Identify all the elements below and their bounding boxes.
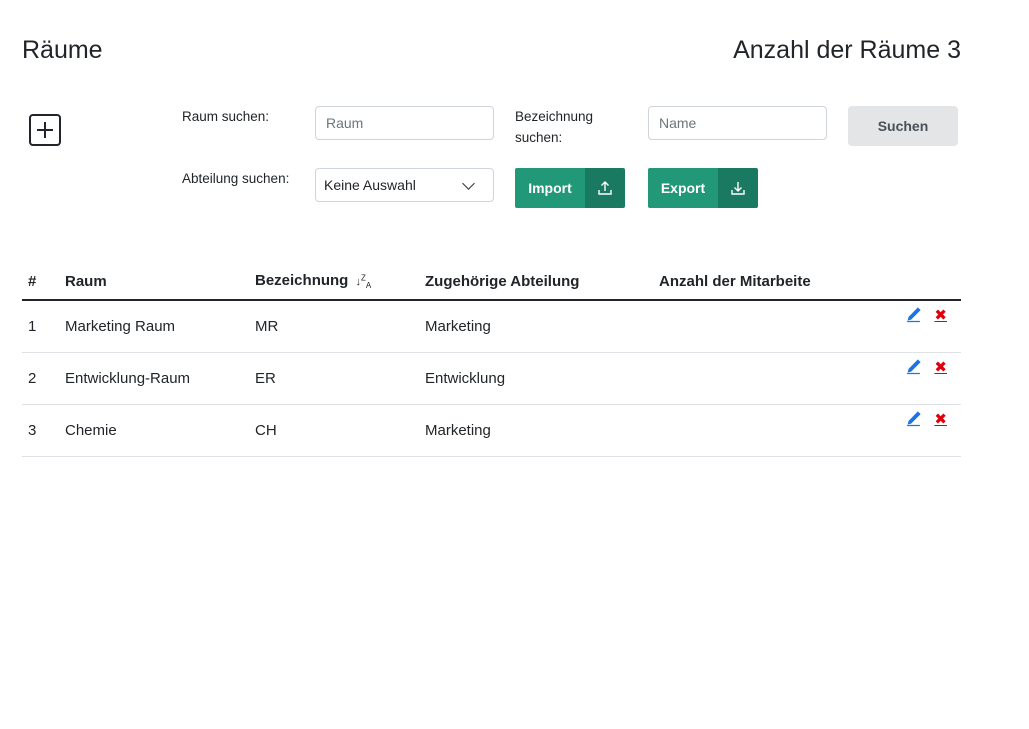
sort-alpha-desc-icon[interactable]: ↓ZA <box>356 274 372 291</box>
cell-number: 2 <box>22 352 65 405</box>
search-button[interactable]: Suchen <box>848 106 958 146</box>
cell-actions: ✖ <box>897 404 961 457</box>
close-icon[interactable]: ✖ <box>934 358 947 376</box>
cell-actions: ✖ <box>897 352 961 405</box>
cell-actions: ✖ <box>897 300 961 353</box>
col-header-actions <box>897 264 961 301</box>
cell-anzahl <box>659 300 897 353</box>
col-header-bezeichnung-label: Bezeichnung <box>255 272 349 290</box>
col-header-anzahl[interactable]: Anzahl der Mitarbeite <box>659 264 897 301</box>
import-button[interactable]: Import <box>515 168 625 208</box>
close-icon[interactable]: ✖ <box>934 306 947 324</box>
close-icon[interactable]: ✖ <box>934 410 947 428</box>
table-row: 3 Chemie CH Marketing ✖ <box>22 404 961 457</box>
abteilung-select-value: Keine Auswahl <box>324 177 416 193</box>
bezeichnung-search-input[interactable] <box>648 106 827 140</box>
col-header-number: # <box>22 264 65 301</box>
export-button-label: Export <box>648 168 718 208</box>
export-button[interactable]: Export <box>648 168 758 208</box>
upload-icon <box>585 168 625 208</box>
download-icon <box>718 168 758 208</box>
table-row: 2 Entwicklung-Raum ER Entwicklung ✖ <box>22 352 961 405</box>
col-header-bezeichnung[interactable]: Bezeichnung ↓ZA <box>255 264 425 301</box>
col-header-abteilung[interactable]: Zugehörige Abteilung <box>425 264 659 301</box>
cell-anzahl <box>659 352 897 405</box>
table-row: 1 Marketing Raum MR Marketing ✖ <box>22 300 961 353</box>
room-count: Anzahl der Räume 3 <box>733 36 961 64</box>
table-header-row: # Raum Bezeichnung ↓ZA Zugehörige Abteil… <box>22 264 961 301</box>
abteilung-search-label: Abteilung suchen: <box>182 171 290 186</box>
add-room-button[interactable] <box>29 114 61 146</box>
raum-search-input[interactable] <box>315 106 494 140</box>
chevron-down-icon <box>462 176 475 190</box>
cell-bezeichnung: ER <box>255 352 425 405</box>
cell-number: 3 <box>22 404 65 457</box>
cell-bezeichnung: MR <box>255 300 425 353</box>
cell-anzahl <box>659 404 897 457</box>
cell-number: 1 <box>22 300 65 353</box>
page-title: Räume <box>22 36 103 64</box>
rooms-table: # Raum Bezeichnung ↓ZA Zugehörige Abteil… <box>22 264 961 457</box>
cell-bezeichnung: CH <box>255 404 425 457</box>
pencil-icon[interactable] <box>905 358 922 379</box>
cell-abteilung: Marketing <box>425 300 659 353</box>
cell-raum: Chemie <box>65 404 255 457</box>
raum-search-label: Raum suchen: <box>182 109 270 124</box>
import-button-label: Import <box>515 168 585 208</box>
pencil-icon[interactable] <box>905 306 922 327</box>
abteilung-select[interactable]: Keine Auswahl <box>315 168 494 202</box>
cell-abteilung: Entwicklung <box>425 352 659 405</box>
col-header-raum[interactable]: Raum <box>65 264 255 301</box>
bezeichnung-search-label: Bezeichnung suchen: <box>515 106 593 148</box>
bezeichnung-label-line2: suchen: <box>515 130 563 145</box>
cell-raum: Marketing Raum <box>65 300 255 353</box>
pencil-icon[interactable] <box>905 410 922 431</box>
cell-raum: Entwicklung-Raum <box>65 352 255 405</box>
bezeichnung-label-line1: Bezeichnung <box>515 109 594 124</box>
cell-abteilung: Marketing <box>425 404 659 457</box>
